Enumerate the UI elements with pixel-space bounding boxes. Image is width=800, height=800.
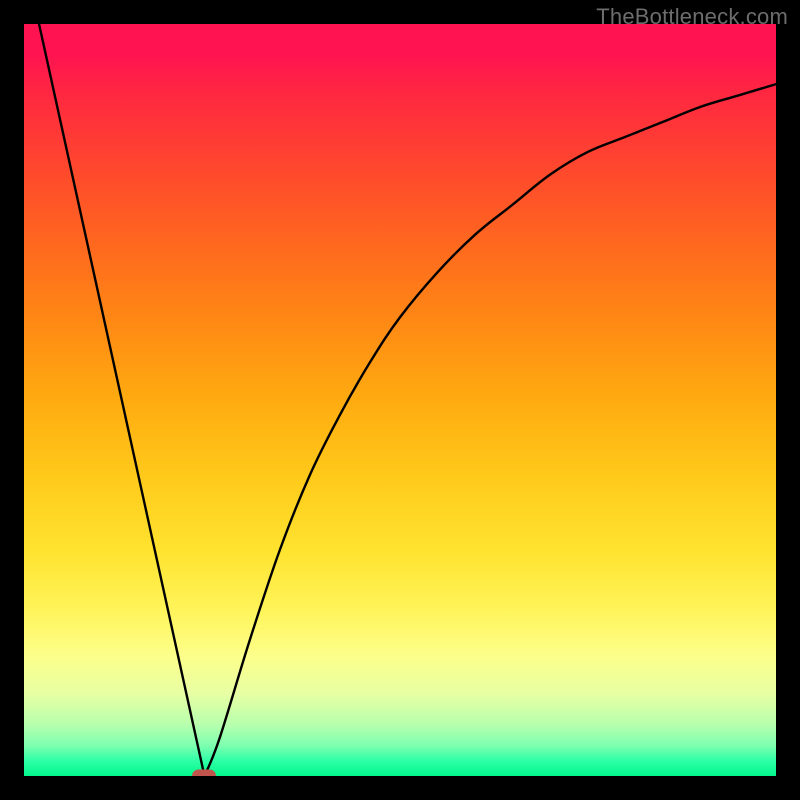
bottleneck-curve — [24, 24, 776, 776]
curve-path — [39, 24, 776, 776]
chart-frame: TheBottleneck.com — [0, 0, 800, 800]
optimal-point-marker — [192, 770, 216, 777]
watermark-text: TheBottleneck.com — [596, 4, 788, 30]
plot-area — [24, 24, 776, 776]
